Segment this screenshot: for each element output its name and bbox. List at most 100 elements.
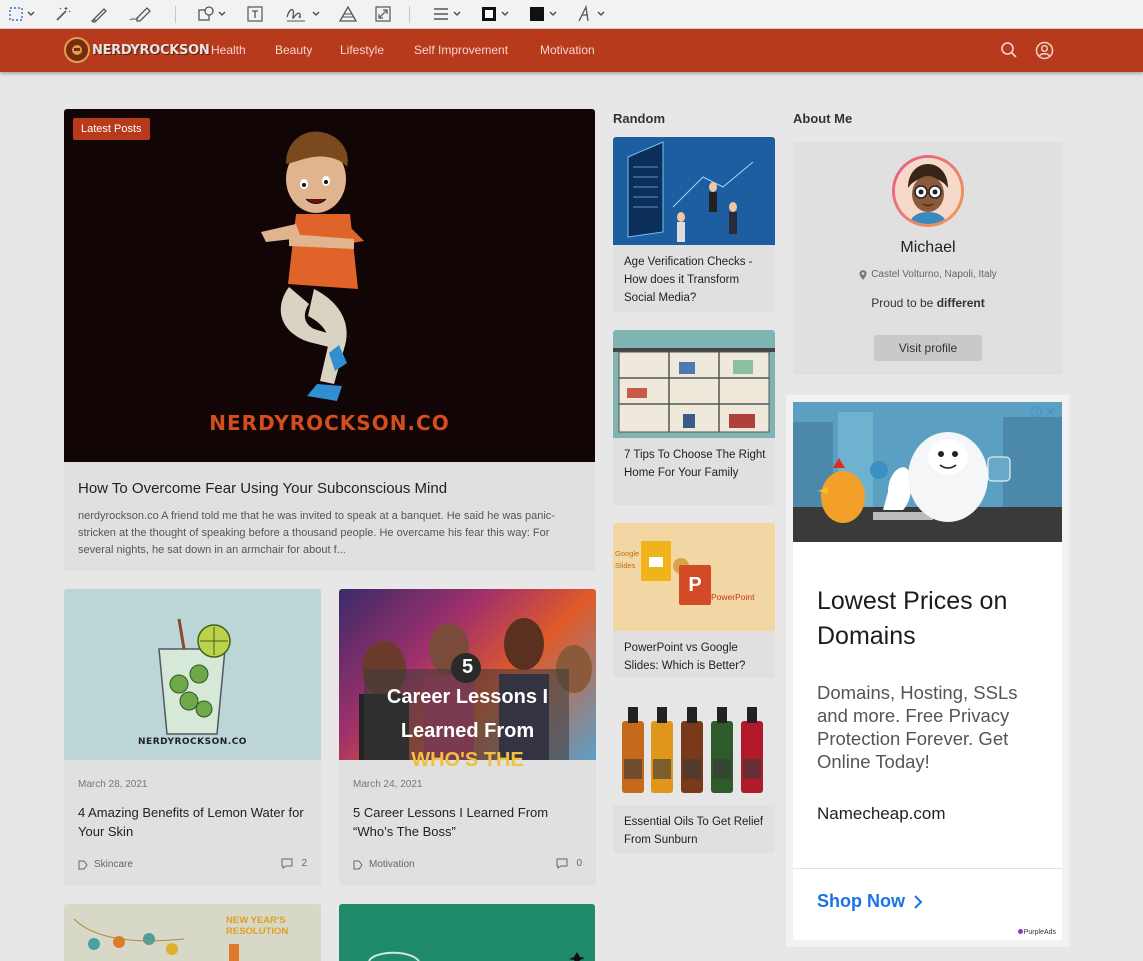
- author-tagline-bold: different: [936, 296, 985, 310]
- shape-style-button[interactable]: [432, 4, 461, 24]
- post-card[interactable]: NERDYROCKSON.CO March 28, 2021 4 Amazing…: [64, 589, 321, 886]
- ad-network-label[interactable]: PurpleAds: [1015, 928, 1058, 937]
- font-style-icon: [578, 5, 589, 22]
- random-post-image: [613, 697, 775, 805]
- ad-content[interactable]: Lowest Prices on Domains Domains, Hostin…: [793, 402, 1062, 940]
- image-headline-line-2: Learned From: [400, 720, 535, 742]
- toolbar-divider: [409, 6, 410, 23]
- nav-link-motivation[interactable]: Motivation: [540, 43, 595, 57]
- post-image-lemon-water: NERDYROCKSON.CO: [64, 589, 321, 760]
- border-color-icon: [482, 7, 496, 21]
- random-post-image: [613, 137, 775, 245]
- featured-post-card[interactable]: Latest Posts NERDYROCKSON.CO How To Over…: [64, 109, 595, 571]
- sketch-button[interactable]: [89, 4, 109, 24]
- random-post-item[interactable]: P Google Slides PowerPoint PowerPoint vs…: [613, 523, 775, 678]
- ad-headline[interactable]: Lowest Prices on Domains: [817, 584, 1047, 654]
- random-post-title[interactable]: 7 Tips To Choose The Right Home For Your…: [624, 446, 769, 482]
- shapes-button[interactable]: [197, 4, 226, 24]
- random-post-image: [613, 330, 775, 438]
- tag-icon: [78, 860, 88, 869]
- image-headline-line-3: WHO'S THE: [411, 749, 524, 771]
- random-post-title[interactable]: Essential Oils To Get Relief From Sunbur…: [624, 813, 769, 849]
- chevron-down-icon: [597, 11, 605, 16]
- random-post-title[interactable]: PowerPoint vs Google Slides: Which is Be…: [624, 639, 769, 675]
- location-pin-icon: [859, 269, 867, 280]
- featured-post-excerpt: nerdyrockson.co A friend told me that he…: [78, 510, 555, 556]
- close-icon[interactable]: [1045, 406, 1056, 417]
- post-title[interactable]: 4 Amazing Benefits of Lemon Water for Yo…: [78, 803, 308, 841]
- about-section-heading: About Me: [793, 111, 853, 126]
- info-icon: [1031, 406, 1042, 417]
- advertisement: Lowest Prices on Domains Domains, Hostin…: [786, 395, 1069, 947]
- pencil-sketch-icon: [90, 8, 107, 23]
- latest-posts-badge[interactable]: Latest Posts: [73, 118, 150, 140]
- post-card[interactable]: 5 Career Lessons I Learned From WHO'S TH…: [339, 589, 596, 886]
- instant-alpha-button[interactable]: [54, 4, 72, 24]
- magic-wand-icon: [56, 7, 71, 21]
- ad-divider: [793, 868, 1062, 869]
- comment-icon: [281, 858, 293, 869]
- shop-now-button[interactable]: Shop Now: [817, 891, 923, 912]
- sign-button[interactable]: [285, 4, 320, 24]
- line-style-icon: [434, 8, 448, 20]
- resize-icon: [375, 6, 391, 22]
- post-card[interactable]: NEW YEAR'S RESOLUTION: [64, 904, 321, 961]
- shapes-icon: [198, 6, 214, 21]
- ad-choices[interactable]: [1031, 406, 1056, 417]
- user-account-icon[interactable]: [1035, 41, 1054, 65]
- nav-link-health[interactable]: Health: [211, 43, 246, 57]
- text-button[interactable]: [246, 4, 264, 24]
- logo-badge-icon: [64, 37, 90, 63]
- visit-profile-button[interactable]: Visit profile: [874, 335, 982, 361]
- featured-post-title[interactable]: How To Overcome Fear Using Your Subconsc…: [78, 480, 447, 497]
- chevron-down-icon: [453, 11, 461, 16]
- author-avatar[interactable]: [892, 155, 964, 227]
- adjust-size-button[interactable]: [374, 4, 392, 24]
- image-watermark-text: NERDYROCKSON.CO: [209, 411, 450, 435]
- comment-icon: [556, 858, 568, 869]
- svg-text:P: P: [688, 574, 701, 596]
- nav-link-self-improvement[interactable]: Self Improvement: [414, 43, 508, 57]
- prism-icon: [338, 5, 358, 22]
- author-location-text: Castel Volturno, Napoli, Italy: [871, 269, 997, 280]
- toolbar-divider: [175, 6, 176, 23]
- post-category[interactable]: Skincare: [78, 859, 133, 870]
- selection-tool-button[interactable]: [8, 4, 35, 24]
- text-box-icon: [247, 6, 263, 22]
- author-tagline-prefix: Proud to be: [871, 296, 934, 310]
- post-comments[interactable]: 0: [556, 858, 582, 869]
- chevron-down-icon: [218, 11, 226, 16]
- markup-toolbar: [0, 0, 1143, 29]
- fill-color-icon: [530, 7, 544, 21]
- random-post-item[interactable]: Age Verification Checks - How does it Tr…: [613, 137, 775, 312]
- featured-post-image: Latest Posts NERDYROCKSON.CO: [64, 109, 595, 462]
- fill-color-button[interactable]: [528, 4, 557, 24]
- adjust-color-button[interactable]: [338, 4, 358, 24]
- nav-link-lifestyle[interactable]: Lifestyle: [340, 43, 384, 57]
- chevron-down-icon: [501, 11, 509, 16]
- about-me-card: Michael Castel Volturno, Napoli, Italy P…: [793, 142, 1063, 375]
- site-logo[interactable]: NERDYROCKSON: [64, 36, 210, 64]
- ad-domain[interactable]: Namecheap.com: [817, 804, 946, 824]
- post-category[interactable]: Motivation: [353, 859, 415, 870]
- search-icon[interactable]: [1000, 41, 1018, 64]
- border-color-button[interactable]: [480, 4, 509, 24]
- purpleads-logo-icon: [1017, 929, 1023, 934]
- site-header: NERDYROCKSON Health Beauty Lifestyle Sel…: [0, 29, 1143, 72]
- post-image-teal: [368, 951, 585, 961]
- post-comment-count: 0: [576, 858, 582, 869]
- image-headline-line-2: RESOLUTION: [226, 926, 289, 937]
- random-post-item[interactable]: 7 Tips To Choose The Right Home For Your…: [613, 330, 775, 505]
- random-post-item[interactable]: Essential Oils To Get Relief From Sunbur…: [613, 697, 775, 853]
- post-card[interactable]: [339, 904, 595, 961]
- random-post-title[interactable]: Age Verification Checks - How does it Tr…: [624, 253, 769, 307]
- image-label-powerpoint: PowerPoint: [711, 592, 755, 602]
- post-title[interactable]: 5 Career Lessons I Learned From “Who’s T…: [353, 803, 583, 841]
- ad-body-text: Domains, Hosting, SSLs and more. Free Pr…: [817, 682, 1018, 772]
- post-comments[interactable]: 2: [281, 858, 307, 869]
- draw-button[interactable]: [129, 4, 153, 24]
- ad-network-name: PurpleAds: [1023, 929, 1056, 936]
- nav-link-beauty[interactable]: Beauty: [275, 43, 312, 57]
- text-style-button[interactable]: [576, 4, 605, 24]
- pen-draw-icon: [129, 7, 151, 22]
